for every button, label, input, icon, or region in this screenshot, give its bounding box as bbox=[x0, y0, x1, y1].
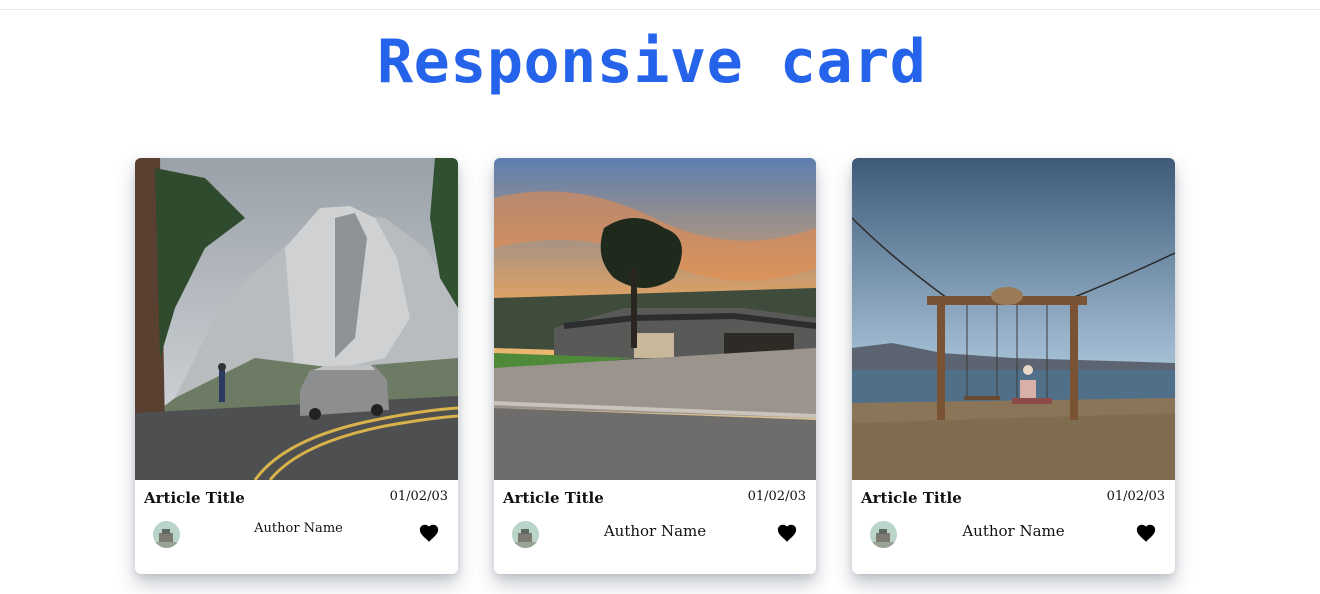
author-name: Author Name bbox=[254, 521, 343, 536]
page-title: Responsive card bbox=[377, 27, 927, 97]
card[interactable]: Article Title 01/02/03 Author Name bbox=[494, 158, 816, 574]
card-image-house-sunset bbox=[494, 158, 816, 480]
card[interactable]: Article Title 01/02/03 Author Name bbox=[852, 158, 1175, 574]
article-date: 01/02/03 bbox=[389, 489, 448, 504]
article-date: 01/02/03 bbox=[1106, 489, 1165, 504]
article-date: 01/02/03 bbox=[747, 489, 806, 504]
heart-icon[interactable] bbox=[418, 522, 440, 544]
top-divider bbox=[0, 9, 1320, 10]
heart-icon[interactable] bbox=[1135, 522, 1157, 544]
heart-icon[interactable] bbox=[776, 522, 798, 544]
article-title: Article Title bbox=[861, 489, 962, 507]
card-image-half-dome bbox=[135, 158, 458, 480]
card[interactable]: Article Title 01/02/03 Author Name bbox=[135, 158, 458, 574]
card-image-lake-swing bbox=[852, 158, 1175, 480]
article-title: Article Title bbox=[144, 489, 245, 507]
author-name: Author Name bbox=[962, 522, 1065, 540]
article-title: Article Title bbox=[503, 489, 604, 507]
author-name: Author Name bbox=[603, 522, 707, 540]
